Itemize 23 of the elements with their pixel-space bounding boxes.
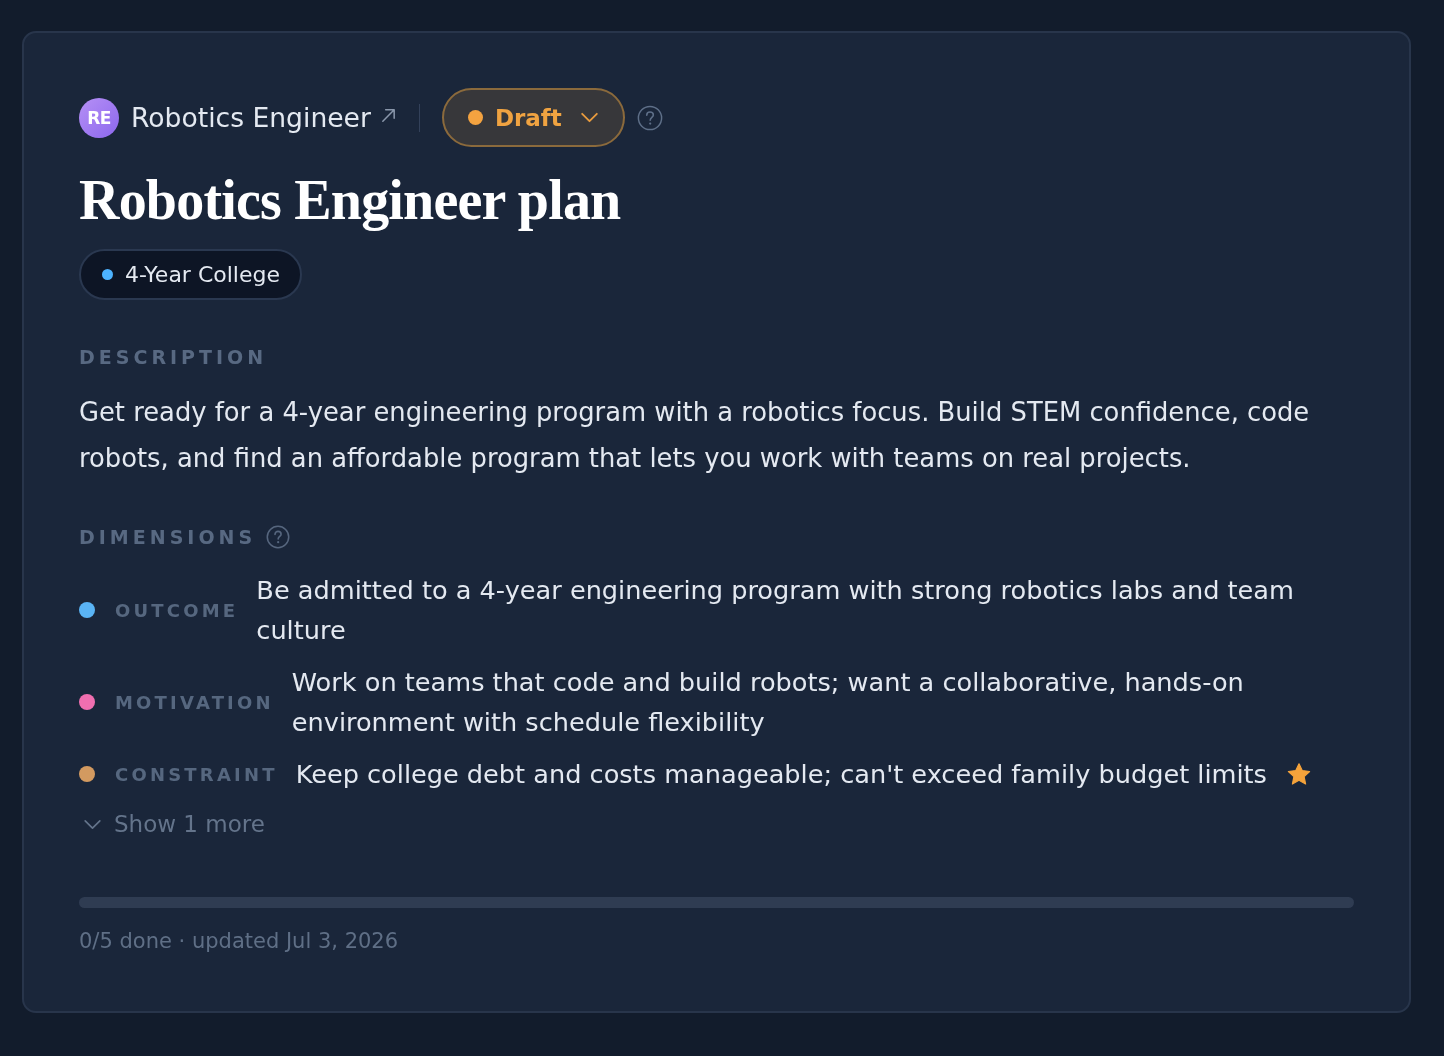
tag-label: 4-Year College [125, 262, 280, 287]
dimension-text: Be admitted to a 4-year engineering program with strong robotics labs and team culture [256, 574, 1295, 647]
help-icon[interactable] [636, 104, 663, 131]
section-heading: DESCRIPTION [79, 345, 269, 369]
show-more-button[interactable]: Show 1 more [79, 808, 265, 840]
avatar: RE [79, 97, 119, 138]
dimension-label: MOTIVATION [115, 691, 274, 713]
dimension-text: Keep college debt and costs manageable; can't exceed family budget limits [295, 758, 1267, 791]
external-link-icon[interactable] [379, 107, 397, 124]
help-icon[interactable] [266, 525, 291, 549]
section-heading: DIMENSIONS [79, 525, 257, 549]
dimension-label: CONSTRAINT [115, 763, 278, 785]
star-icon[interactable] [1286, 762, 1311, 786]
plan-title: Robotics Engineer plan [79, 170, 622, 230]
role-link[interactable]: Robotics Engineer [131, 102, 371, 133]
chevron-down-icon [83, 818, 102, 830]
progress-summary: 0/5 done · updated Jul 3, 2026 [79, 928, 400, 955]
dimension-label: OUTCOME [115, 599, 239, 621]
status-dot-icon [467, 110, 483, 125]
status-dropdown[interactable]: Draft [441, 88, 625, 147]
chevron-down-icon [579, 112, 599, 123]
description-text: Get ready for a 4-year engineering program with a robotics focus. Build STEM confidence, code robots, and find an affordable program that lets you work with teams on real projects. [79, 396, 1311, 475]
dimension-text: Work on teams that code and build robots; want a collaborative, hands-on environment with schedule flexibility [291, 666, 1245, 739]
